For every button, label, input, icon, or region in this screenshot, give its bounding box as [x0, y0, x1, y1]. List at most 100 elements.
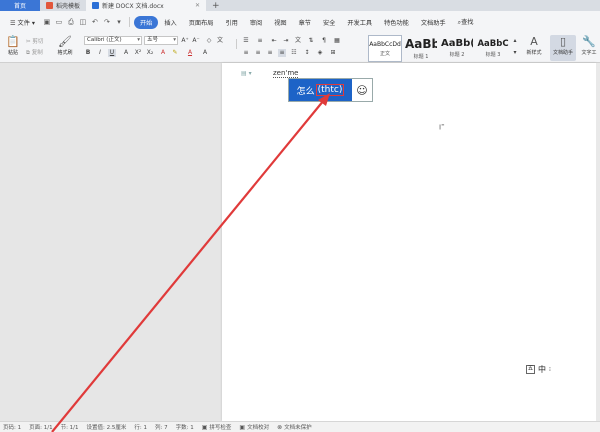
- superscript-icon[interactable]: X²: [134, 49, 142, 57]
- ime-status-bar[interactable]: 五 中 ⁝: [526, 363, 551, 375]
- sort-icon[interactable]: ⇅: [307, 37, 315, 45]
- spell-check-button[interactable]: ▣ 拼写检查: [202, 423, 232, 432]
- status-settings: 设置值: 2.5厘米: [86, 425, 127, 431]
- status-page-number[interactable]: 页码: 1: [3, 423, 21, 431]
- tab-security[interactable]: 安全: [317, 16, 341, 29]
- style-normal[interactable]: AaBbCcDd 正文: [368, 35, 402, 62]
- char-border-icon[interactable]: A: [201, 49, 209, 57]
- tab-references[interactable]: 引用: [219, 16, 243, 29]
- align-center-icon[interactable]: ≡: [254, 49, 262, 57]
- save-icon[interactable]: ▣: [43, 18, 51, 26]
- cut-button[interactable]: ✂ 剪切: [26, 37, 43, 45]
- chinese-layout-icon[interactable]: 文: [294, 37, 302, 45]
- styles-more-icon[interactable]: ▾: [511, 49, 519, 57]
- protect-button[interactable]: ⊗ 文档未保护: [277, 423, 312, 432]
- align-right-icon[interactable]: ≡: [266, 49, 274, 57]
- underline-icon[interactable]: U: [108, 49, 116, 57]
- ime-options-icon[interactable]: ⁝: [549, 366, 551, 373]
- tab-features[interactable]: 特色功能: [378, 16, 415, 29]
- style-heading-3[interactable]: AaBbC 标题 3: [476, 35, 510, 62]
- status-pages[interactable]: 页面: 1/1: [29, 423, 52, 431]
- bold-icon[interactable]: B: [84, 49, 92, 57]
- ime-candidate-window: 怎么 (thtc) ☺: [288, 78, 373, 102]
- tab-home[interactable]: 首页: [0, 0, 40, 11]
- table-icon[interactable]: ▦: [333, 37, 341, 45]
- daoke-logo-icon: [46, 2, 53, 9]
- open-icon[interactable]: ▭: [55, 18, 63, 26]
- ime-candidate[interactable]: 怎么 (thtc): [289, 79, 352, 101]
- copy-label: 复制: [31, 50, 43, 56]
- vertical-scrollbar[interactable]: [596, 63, 600, 421]
- font-family-select[interactable]: Calibri (正文) ▾: [84, 36, 142, 45]
- font-effects-icon[interactable]: A: [122, 49, 130, 57]
- menu-bar: ☰ 文件 ▾ ▣ ▭ ⎙ ◫ ↶ ↷ ▾ 开始 插入 页面布局 引用 审阅 视图…: [0, 11, 600, 33]
- undo-icon[interactable]: ↶: [91, 18, 99, 26]
- doc-assistant-button[interactable]: ▯ 文档助手: [550, 35, 576, 61]
- font-color-icon[interactable]: A: [159, 49, 167, 57]
- grow-font-icon[interactable]: A⁺: [181, 37, 189, 45]
- tab-view[interactable]: 视图: [268, 16, 292, 29]
- clear-format-icon[interactable]: ◇: [205, 37, 213, 45]
- file-menu-label: 文件: [17, 19, 30, 27]
- more-icon[interactable]: ▾: [115, 18, 123, 26]
- italic-icon[interactable]: I: [96, 49, 104, 57]
- styles-up-icon[interactable]: ▴: [511, 37, 519, 45]
- redo-icon[interactable]: ↷: [103, 18, 111, 26]
- tab-page-layout[interactable]: 页面布局: [183, 16, 220, 29]
- word-doc-icon: [92, 2, 100, 9]
- decrease-indent-icon[interactable]: ⇤: [270, 37, 278, 45]
- brush-icon: 🖌: [58, 35, 72, 48]
- style-sample: AaBb: [405, 37, 437, 51]
- style-heading-1[interactable]: AaBb 标题 1: [404, 35, 438, 62]
- tab-start[interactable]: 开始: [133, 15, 159, 29]
- tab-bar: 首页 稻壳模板 新建 DOCX 文档.docx ✕ +: [0, 0, 600, 11]
- wrench-icon: 🔧: [582, 35, 596, 48]
- justify-icon[interactable]: ≡: [278, 49, 286, 57]
- format-painter-button[interactable]: 🖌 格式刷: [54, 35, 76, 61]
- numbered-list-icon[interactable]: ≡: [256, 37, 264, 45]
- style-heading-2[interactable]: AaBb( 标题 2: [440, 35, 474, 62]
- proofread-button[interactable]: ▣ 文档校对: [239, 423, 270, 432]
- line-spacing-icon[interactable]: ↕: [303, 49, 311, 57]
- text-color-icon[interactable]: A: [186, 49, 194, 57]
- new-tab-button[interactable]: +: [206, 0, 226, 11]
- shading-icon[interactable]: ◈: [316, 49, 324, 57]
- close-tab-icon[interactable]: ✕: [195, 2, 200, 9]
- search-box[interactable]: ⌕查找: [452, 15, 480, 29]
- preview-icon[interactable]: ◫: [79, 18, 87, 26]
- pinyin-guide-icon[interactable]: 文: [216, 37, 224, 45]
- paste-button[interactable]: 📋 粘贴: [4, 35, 22, 61]
- distributed-icon[interactable]: ☷: [290, 49, 298, 57]
- shrink-font-icon[interactable]: A⁻: [192, 37, 200, 45]
- font-size-select[interactable]: 五号 ▾: [144, 36, 178, 45]
- tab-review[interactable]: 审阅: [244, 16, 268, 29]
- tab-doc-assistant[interactable]: 文档助手: [415, 16, 452, 29]
- print-icon[interactable]: ⎙: [67, 18, 75, 26]
- font-size-value: 五号: [147, 37, 159, 43]
- copy-button[interactable]: ⧉ 复制: [26, 48, 43, 57]
- borders-icon[interactable]: ⊞: [329, 49, 337, 57]
- status-word-count[interactable]: 字数: 1: [176, 423, 194, 431]
- show-marks-icon[interactable]: ¶: [320, 37, 328, 45]
- proofread-label: 文档校对: [247, 425, 270, 431]
- tab-insert[interactable]: 插入: [158, 16, 182, 29]
- new-style-button[interactable]: A 新样式: [522, 35, 546, 61]
- document-page[interactable]: ▤ ▾ zen'me 怎么 (thtc) ☺ I≡ 五 中 ⁝: [222, 63, 596, 421]
- align-left-icon[interactable]: ≡: [242, 49, 250, 57]
- increase-indent-icon[interactable]: ⇥: [282, 37, 290, 45]
- subscript-icon[interactable]: X₂: [146, 49, 154, 57]
- bullet-list-icon[interactable]: ☰: [242, 37, 250, 45]
- file-menu[interactable]: ☰ 文件 ▾: [4, 16, 41, 29]
- status-section: 节: 1/1: [60, 425, 79, 431]
- text-tools-button[interactable]: 🔧 文字工: [578, 35, 600, 61]
- tab-section[interactable]: 章节: [293, 16, 317, 29]
- search-label: 查找: [461, 19, 474, 26]
- emoji-icon[interactable]: ☺: [352, 79, 372, 101]
- tab-document[interactable]: 新建 DOCX 文档.docx ✕: [86, 0, 207, 11]
- doc-assistant-icon: ▯: [559, 35, 567, 48]
- paragraph-layout-icon[interactable]: ▤ ▾: [241, 70, 252, 77]
- tab-daoke[interactable]: 稻壳模板: [40, 0, 86, 11]
- ribbon: 📋 粘贴 ✂ 剪切 ⧉ 复制 🖌 格式刷 Calibri (正文) ▾ 五号 ▾ A…: [0, 33, 600, 63]
- highlight-icon[interactable]: ✎: [171, 49, 179, 57]
- tab-developer[interactable]: 开发工具: [341, 16, 378, 29]
